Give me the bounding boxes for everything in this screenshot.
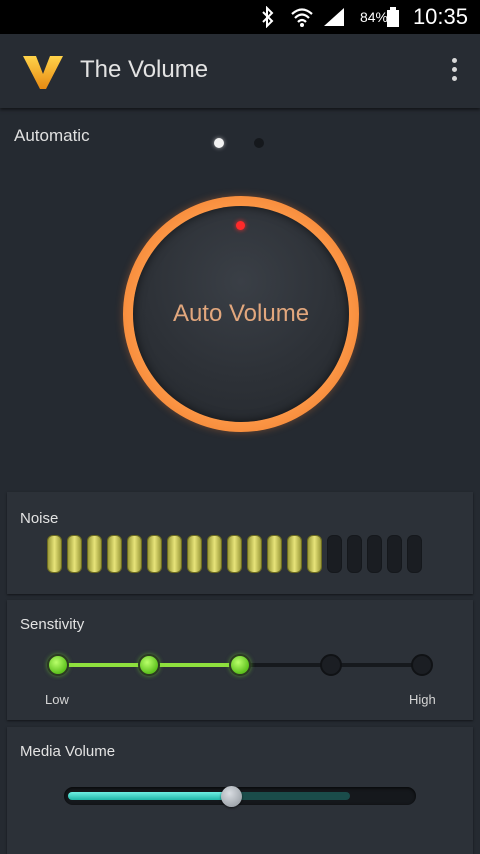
noise-segment-lit	[207, 535, 222, 573]
noise-title: Noise	[20, 510, 59, 527]
sensitivity-title: Senstivity	[20, 616, 85, 633]
page-indicator-2[interactable]	[254, 138, 264, 148]
noise-segment-lit	[107, 535, 122, 573]
noise-segment-lit	[87, 535, 102, 573]
noise-segment-lit	[247, 535, 262, 573]
wifi-icon	[290, 0, 314, 34]
bluetooth-icon	[260, 0, 276, 34]
noise-segment-unlit	[387, 535, 402, 573]
media-volume-thumb[interactable]	[221, 786, 242, 807]
sensitivity-level-4[interactable]	[320, 654, 342, 676]
page-indicator-1[interactable]	[214, 138, 224, 148]
noise-segment-lit	[307, 535, 322, 573]
noise-segment-lit	[147, 535, 162, 573]
noise-segment-lit	[67, 535, 82, 573]
battery-icon	[386, 0, 400, 34]
noise-segment-unlit	[367, 535, 382, 573]
clock: 10:35	[412, 4, 468, 29]
status-bar: 84% 10:35	[0, 0, 480, 34]
mode-label: Automatic	[14, 126, 90, 145]
noise-segment-lit	[187, 535, 202, 573]
sensitivity-level-3[interactable]	[229, 654, 251, 676]
app-bar: The Volume	[0, 34, 480, 108]
noise-segment-unlit	[327, 535, 342, 573]
auto-volume-label: Auto Volume	[172, 300, 310, 327]
v-logo-icon	[22, 52, 64, 92]
sensitivity-level-1[interactable]	[47, 654, 69, 676]
noise-segment-lit	[127, 535, 142, 573]
noise-segment-lit	[227, 535, 242, 573]
signal-icon	[322, 0, 346, 34]
overflow-menu-icon[interactable]	[448, 58, 460, 86]
media-volume-fill	[68, 792, 231, 800]
noise-segment-lit	[47, 535, 62, 573]
sensitivity-high-label: High	[409, 692, 436, 707]
noise-meter	[47, 535, 422, 573]
noise-segment-unlit	[347, 535, 362, 573]
sensitivity-low-label: Low	[45, 692, 69, 707]
noise-segment-lit	[287, 535, 302, 573]
sensitivity-level-5[interactable]	[411, 654, 433, 676]
media-volume-title: Media Volume	[20, 743, 116, 760]
sensitivity-level-2[interactable]	[138, 654, 160, 676]
app-title: The Volume	[80, 56, 209, 83]
noise-segment-lit	[267, 535, 282, 573]
noise-segment-unlit	[407, 535, 422, 573]
knob-indicator-led	[236, 221, 245, 230]
noise-segment-lit	[167, 535, 182, 573]
battery-percent: 84%	[359, 9, 388, 25]
